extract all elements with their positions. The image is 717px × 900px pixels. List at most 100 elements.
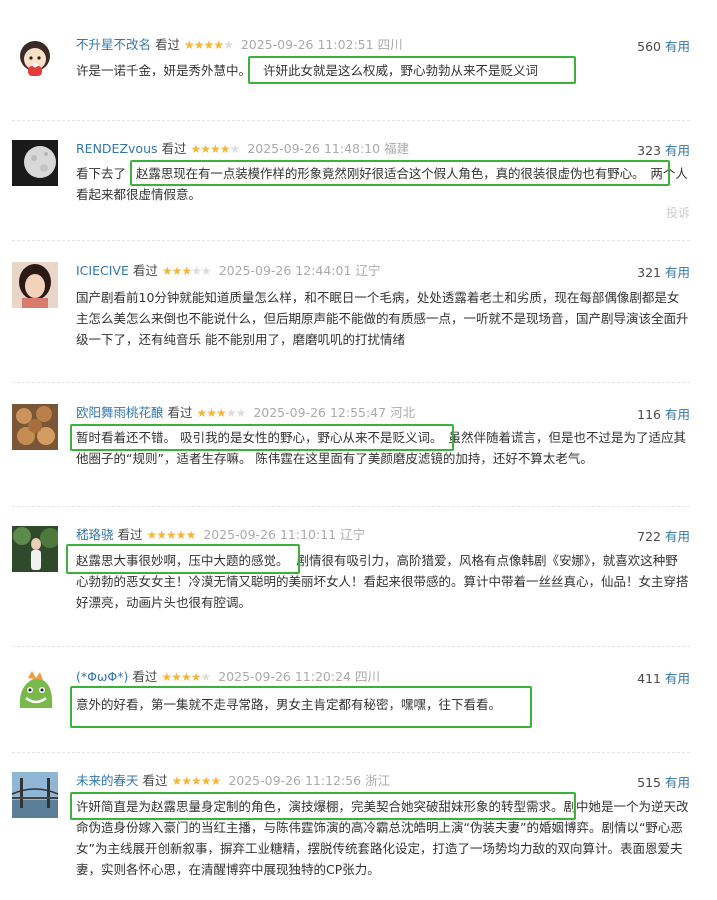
comment-location: 河北 bbox=[390, 405, 416, 420]
comment-meta: 未来的春天 看过 ★★★★★ 2025-09-26 11:12:56 浙江 bbox=[76, 772, 690, 790]
comment-location: 四川 bbox=[354, 669, 380, 684]
votes-counter: 515 有用 bbox=[637, 772, 690, 791]
watched-status: 看过 bbox=[132, 669, 158, 684]
votes-count: 560 bbox=[637, 39, 661, 54]
rating-stars: ★★★★★ bbox=[161, 670, 211, 684]
comment-text-plain: 看下去了 bbox=[76, 166, 127, 181]
divider bbox=[12, 240, 690, 241]
rating-stars: ★★★★★ bbox=[171, 774, 222, 788]
useful-button[interactable]: 有用 bbox=[665, 529, 690, 544]
comment-item: 未来的春天 看过 ★★★★★ 2025-09-26 11:12:56 浙江 515 有用 … bbox=[12, 772, 690, 892]
useful-button[interactable]: 有用 bbox=[665, 265, 690, 280]
comment-text-highlight: 许妍简直是为赵露思量身定制的角色，演技爆棚，完美契合她突破甜妹形象的转型需求 bbox=[76, 799, 552, 814]
rating-stars: ★★★★★ bbox=[190, 142, 241, 156]
useful-button[interactable]: 有用 bbox=[665, 143, 690, 158]
comment-text: 意外的好看，第一集就不走寻常路，男女主肯定都有秘密，嘿嘿，往下看看。 bbox=[76, 694, 690, 715]
username-link[interactable]: (*ΦωΦ*) bbox=[76, 669, 128, 684]
avatar[interactable] bbox=[12, 772, 58, 818]
comment-time: 2025-09-26 11:10:11 bbox=[203, 527, 337, 542]
divider bbox=[12, 646, 690, 647]
useful-button[interactable]: 有用 bbox=[665, 775, 690, 790]
comment-text: 国产剧看前10分钟就能知道质量怎么样，和不眠日一个毛病，处处透露着老土和劣质，现… bbox=[76, 287, 690, 350]
watched-status: 看过 bbox=[132, 263, 158, 278]
username-link[interactable]: ICIECIVE bbox=[76, 263, 129, 278]
username-link[interactable]: 未来的春天 bbox=[76, 773, 139, 788]
comment-item: 欧阳舞雨桃花酿 看过 ★★★★★ 2025-09-26 12:55:47 河北 116 有… bbox=[12, 404, 690, 494]
divider bbox=[12, 752, 690, 753]
comment-item: RENDEZvous 看过 ★★★★★ 2025-09-26 11:48:10 福建 3… bbox=[12, 140, 690, 230]
comment-meta: 不升星不改名 看过 ★★★★★ 2025-09-26 11:02:51 四川 bbox=[76, 36, 690, 54]
useful-button[interactable]: 有用 bbox=[665, 407, 690, 422]
useful-button[interactable]: 有用 bbox=[665, 39, 690, 54]
rating-stars: ★★★★★ bbox=[196, 406, 247, 420]
watched-status: 看过 bbox=[161, 141, 187, 156]
comment-meta: RENDEZvous 看过 ★★★★★ 2025-09-26 11:48:10 福建 bbox=[76, 140, 690, 158]
votes-count: 323 bbox=[637, 143, 661, 158]
comment-text: 许妍简直是为赵露思量身定制的角色，演技爆棚，完美契合她突破甜妹形象的转型需求。剧… bbox=[76, 796, 690, 880]
comment-item: 不升星不改名 看过 ★★★★★ 2025-09-26 11:02:51 四川 560 有用… bbox=[12, 34, 690, 126]
comment-location: 四川 bbox=[377, 37, 403, 52]
comment-location: 福建 bbox=[384, 141, 410, 156]
rating-stars: ★★★★★ bbox=[184, 38, 234, 52]
report-link[interactable]: 投诉 bbox=[666, 204, 690, 221]
votes-counter: 116 有用 bbox=[637, 404, 690, 423]
comment-text: 看下去了 赵露思现在有一点装模作样的形象竟然刚好很适合这个假人角色，真的很装很虚伪… bbox=[76, 163, 690, 205]
comments-page: 不升星不改名 看过 ★★★★★ 2025-09-26 11:02:51 四川 560 有用… bbox=[0, 0, 717, 900]
comment-text-highlight: 意外的好看，第一集就不走寻常路，男女主肯定都有秘密，嘿嘿，往下看看。 bbox=[76, 697, 502, 712]
rating-stars: ★★★★★ bbox=[161, 264, 212, 278]
comment-location: 辽宁 bbox=[355, 263, 381, 278]
username-link[interactable]: 不升星不改名 bbox=[76, 37, 151, 52]
votes-counter: 560 有用 bbox=[637, 36, 690, 55]
votes-count: 116 bbox=[637, 407, 661, 422]
divider bbox=[12, 120, 690, 121]
votes-counter: 722 有用 bbox=[637, 526, 690, 545]
avatar[interactable] bbox=[12, 526, 58, 572]
watched-status: 看过 bbox=[142, 773, 168, 788]
comment-location: 浙江 bbox=[365, 773, 391, 788]
comment-time: 2025-09-26 12:44:01 bbox=[218, 263, 352, 278]
votes-count: 515 bbox=[637, 775, 661, 790]
comment-item: ICIECIVE 看过 ★★★★★ 2025-09-26 12:44:01 辽宁 321… bbox=[12, 262, 690, 372]
votes-count: 722 bbox=[637, 529, 661, 544]
votes-counter: 323 有用 bbox=[637, 140, 690, 159]
votes-counter: 321 有用 bbox=[637, 262, 690, 281]
username-link[interactable]: RENDEZvous bbox=[76, 141, 158, 156]
useful-button[interactable]: 有用 bbox=[665, 671, 690, 686]
comment-location: 辽宁 bbox=[340, 527, 366, 542]
avatar[interactable] bbox=[12, 404, 58, 450]
username-link[interactable]: 嵇珞骁 bbox=[76, 527, 114, 542]
comment-text: 许是一诺千金，妍是秀外慧中。 许妍此女就是这么权威，野心勃勃从来不是贬义词 bbox=[76, 60, 690, 81]
comment-time: 2025-09-26 11:12:56 bbox=[228, 773, 362, 788]
comment-text-plain: 许是一诺千金，妍是秀外慧中。 bbox=[76, 63, 252, 78]
comment-item: (*ΦωΦ*) 看过 ★★★★★ 2025-09-26 11:20:24 四川 411 有… bbox=[12, 668, 690, 738]
comment-time: 2025-09-26 11:48:10 bbox=[247, 141, 381, 156]
avatar[interactable] bbox=[12, 140, 58, 186]
rating-stars: ★★★★★ bbox=[146, 528, 197, 542]
comment-meta: 嵇珞骁 看过 ★★★★★ 2025-09-26 11:10:11 辽宁 bbox=[76, 526, 690, 544]
comment-time: 2025-09-26 12:55:47 bbox=[253, 405, 387, 420]
comment-text: 暂时看着还不错。 吸引我的是女性的野心，野心从来不是贬义词。 虽然伴随着谎言，但是… bbox=[76, 427, 690, 469]
divider bbox=[12, 382, 690, 383]
votes-count: 321 bbox=[637, 265, 661, 280]
username-link[interactable]: 欧阳舞雨桃花酿 bbox=[76, 405, 164, 420]
comment-text-highlight: 赵露思大事很妙啊，压中大题的感觉。 bbox=[76, 553, 289, 568]
avatar[interactable] bbox=[12, 262, 58, 308]
watched-status: 看过 bbox=[117, 527, 143, 542]
votes-count: 411 bbox=[637, 671, 661, 686]
watched-status: 看过 bbox=[167, 405, 193, 420]
avatar[interactable] bbox=[12, 668, 58, 714]
comment-meta: 欧阳舞雨桃花酿 看过 ★★★★★ 2025-09-26 12:55:47 河北 bbox=[76, 404, 690, 422]
comment-item: 嵇珞骁 看过 ★★★★★ 2025-09-26 11:10:11 辽宁 722 有用 赵露… bbox=[12, 526, 690, 636]
comment-meta: ICIECIVE 看过 ★★★★★ 2025-09-26 12:44:01 辽宁 bbox=[76, 262, 690, 280]
comment-time: 2025-09-26 11:20:24 bbox=[218, 669, 351, 684]
watched-status: 看过 bbox=[155, 37, 181, 52]
comment-text-highlight: 许妍此女就是这么权威，野心勃勃从来不是贬义词 bbox=[263, 63, 539, 78]
comment-text-plain: 国产剧看前10分钟就能知道质量怎么样，和不眠日一个毛病，处处透露着老土和劣质，现… bbox=[76, 290, 689, 347]
votes-counter: 411 有用 bbox=[637, 668, 690, 687]
divider bbox=[12, 506, 690, 507]
comment-text: 赵露思大事很妙啊，压中大题的感觉。 剧情很有吸引力，高阶猎爱，风格有点像韩剧《安娜… bbox=[76, 550, 690, 613]
comment-meta: (*ΦωΦ*) 看过 ★★★★★ 2025-09-26 11:20:24 四川 bbox=[76, 668, 690, 686]
avatar[interactable] bbox=[12, 34, 58, 80]
comment-text-highlight: 暂时看着还不错。 吸引我的是女性的野心，野心从来不是贬义词。 bbox=[76, 430, 443, 445]
comment-text-highlight: 赵露思现在有一点装模作样的形象竟然刚好很适合这个假人角色，真的很装很虚伪也有野心… bbox=[136, 166, 645, 181]
